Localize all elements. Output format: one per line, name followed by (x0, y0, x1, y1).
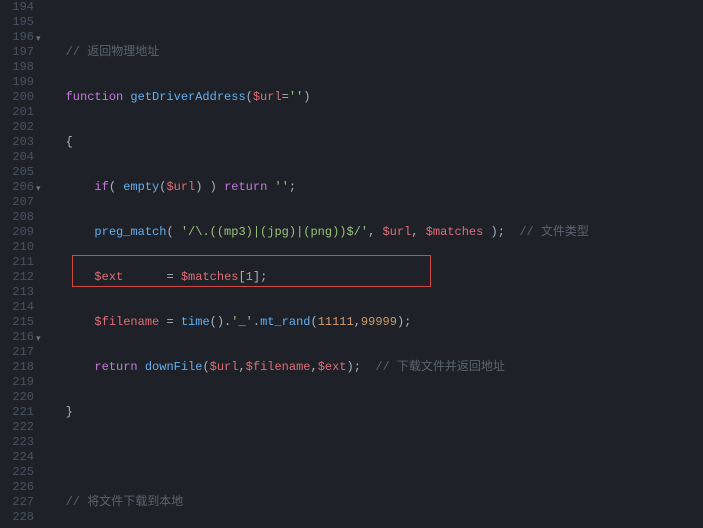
line-number: 227 (0, 495, 34, 510)
line-number: 214 (0, 300, 34, 315)
line-number: 209 (0, 225, 34, 240)
code-line: return downFile($url,$filename,$ext); //… (44, 360, 703, 375)
line-number: 205 (0, 165, 34, 180)
code-area[interactable]: // 返回物理地址 function getDriverAddress($url… (44, 0, 703, 528)
line-number: 203 (0, 135, 34, 150)
code-line: // 返回物理地址 (44, 45, 703, 60)
line-number: 228 (0, 510, 34, 525)
line-number-gutter: 1941951961971981992002012022032042052062… (0, 0, 44, 528)
line-number: 215 (0, 315, 34, 330)
code-line: if( empty($url) ) return ''; (44, 180, 703, 195)
line-number: 221 (0, 405, 34, 420)
line-number: 217 (0, 345, 34, 360)
line-number: 202 (0, 120, 34, 135)
line-number: 218 (0, 360, 34, 375)
fold-marker-icon[interactable]: ▾ (36, 182, 41, 197)
line-number: 224 (0, 450, 34, 465)
line-number: 208 (0, 210, 34, 225)
line-number: 212 (0, 270, 34, 285)
line-number: 199 (0, 75, 34, 90)
line-number: 207 (0, 195, 34, 210)
line-number: 220 (0, 390, 34, 405)
code-line: // 将文件下载到本地 (44, 495, 703, 510)
line-number: 196 (0, 30, 34, 45)
code-line (44, 450, 703, 465)
line-number: 200 (0, 90, 34, 105)
line-number: 219 (0, 375, 34, 390)
line-number: 197 (0, 45, 34, 60)
line-number: 210 (0, 240, 34, 255)
line-number: 195 (0, 15, 34, 30)
code-line: } (44, 405, 703, 420)
code-line: { (44, 135, 703, 150)
line-number: 194 (0, 0, 34, 15)
line-number: 216 (0, 330, 34, 345)
line-number: 225 (0, 465, 34, 480)
line-number: 213 (0, 285, 34, 300)
fold-marker-icon[interactable]: ▾ (36, 32, 41, 47)
code-line: function getDriverAddress($url='') (44, 90, 703, 105)
line-number: 226 (0, 480, 34, 495)
fold-marker-icon[interactable]: ▾ (36, 332, 41, 347)
line-number: 223 (0, 435, 34, 450)
line-number: 211 (0, 255, 34, 270)
line-number: 198 (0, 60, 34, 75)
code-line: $ext = $matches[1]; (44, 270, 703, 285)
line-number: 201 (0, 105, 34, 120)
line-number: 204 (0, 150, 34, 165)
line-number: 206 (0, 180, 34, 195)
code-line: preg_match( '/\.((mp3)|(jpg)|(png))$/', … (44, 225, 703, 240)
line-number: 222 (0, 420, 34, 435)
code-editor[interactable]: 1941951961971981992002012022032042052062… (0, 0, 703, 528)
code-line: $filename = time().'_'.mt_rand(11111,999… (44, 315, 703, 330)
